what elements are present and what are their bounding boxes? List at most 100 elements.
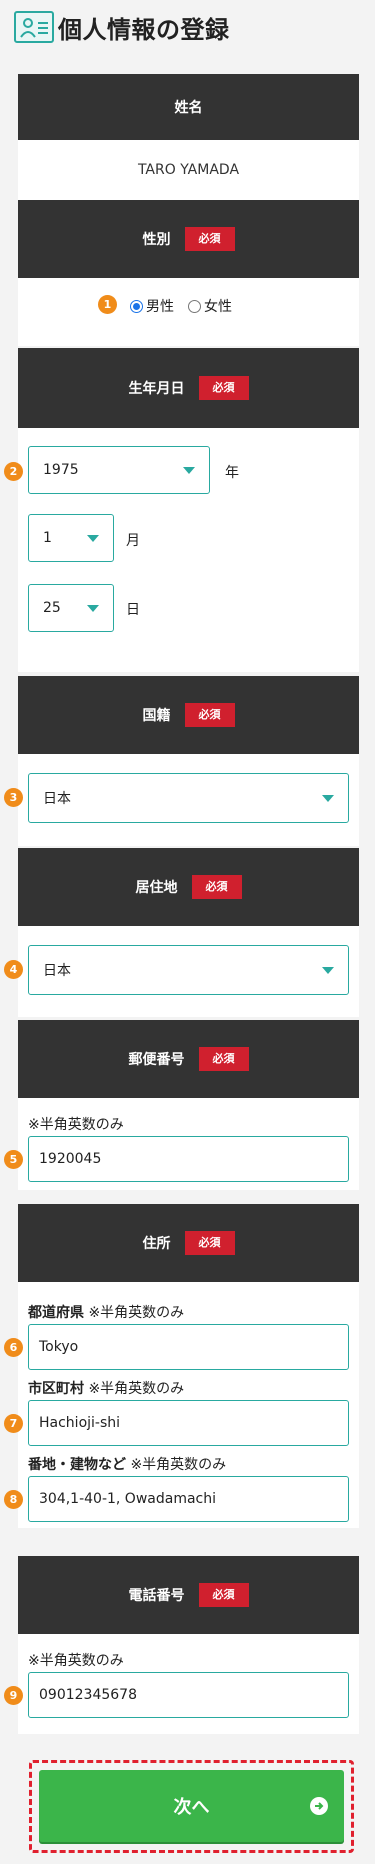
phone-section: 電話番号 必須 ※半角英数のみ 9 09012345678 — [4, 1556, 359, 1734]
gender-radio-male[interactable]: 男性 — [130, 296, 174, 316]
prefecture-input[interactable]: Tokyo — [28, 1324, 349, 1370]
nationality-value: 日本 — [43, 791, 71, 807]
user-card-icon — [14, 11, 54, 43]
birthdate-section-title: 生年月日 — [128, 381, 185, 397]
phone-value: 09012345678 — [39, 1687, 137, 1703]
gender-option-label: 女性 — [204, 299, 232, 315]
next-button-label: 次へ — [173, 1797, 210, 1818]
city-label: 市区町村 ※半角英数のみ — [28, 1378, 184, 1398]
next-button[interactable]: 次へ — [39, 1770, 344, 1842]
prefecture-label-text: 都道府県 — [28, 1305, 84, 1321]
page-title: 個人情報の登録 — [58, 15, 230, 44]
address-section: 住所 必須 都道府県 ※半角英数のみ 6 Tokyo 市区町村 ※半角英数のみ … — [4, 1204, 359, 1528]
birth-day-value: 25 — [43, 600, 61, 616]
gender-section: 性別 必須 1 男性 女性 — [18, 200, 359, 346]
street-note: ※半角英数のみ — [130, 1457, 227, 1473]
arrow-right-circle-icon — [310, 1797, 328, 1815]
residence-section-body: 4 日本 — [4, 926, 359, 1017]
gender-section-header: 性別 必須 — [18, 200, 359, 278]
chevron-down-icon — [322, 795, 334, 802]
required-badge: 必須 — [198, 1046, 249, 1072]
step-number-badge: 9 — [4, 1686, 23, 1705]
required-badge: 必須 — [198, 375, 249, 401]
postal-code-note: ※半角英数のみ — [28, 1117, 124, 1133]
step-number-badge: 7 — [4, 1414, 23, 1433]
nationality-section: 国籍 必須 3 日本 — [4, 676, 359, 846]
step-number-badge: 5 — [4, 1150, 23, 1169]
radio-unchecked-icon[interactable] — [188, 299, 201, 313]
residence-select[interactable]: 日本 — [28, 945, 349, 995]
chevron-down-icon — [183, 467, 195, 474]
birthdate-section: 生年月日 必須 2 1975 年 1 月 25 日 — [4, 348, 359, 672]
city-input[interactable]: Hachioji-shi — [28, 1400, 349, 1446]
step-number-badge: 6 — [4, 1338, 23, 1357]
prefecture-label: 都道府県 ※半角英数のみ — [28, 1302, 184, 1322]
street-label-text: 番地・建物など — [28, 1457, 126, 1473]
chevron-down-icon — [322, 967, 334, 974]
postal-code-section-header: 郵便番号 必須 — [18, 1020, 359, 1098]
residence-value: 日本 — [43, 963, 71, 979]
postal-code-section: 郵便番号 必須 ※半角英数のみ 5 1920045 — [4, 1020, 359, 1190]
nationality-section-body: 3 日本 — [4, 754, 359, 846]
nationality-section-title: 国籍 — [142, 708, 171, 724]
birth-year-select[interactable]: 1975 — [28, 446, 210, 494]
prefecture-note: ※半角英数のみ — [88, 1305, 185, 1321]
birth-month-value: 1 — [43, 530, 52, 546]
city-value: Hachioji-shi — [39, 1415, 121, 1431]
day-unit-label: 日 — [126, 602, 140, 618]
step-number-badge: 3 — [4, 788, 23, 807]
postal-code-value: 1920045 — [39, 1151, 102, 1167]
name-section: 姓名 TARO YAMADA — [18, 74, 359, 200]
address-section-title: 住所 — [142, 1236, 171, 1252]
prefecture-value: Tokyo — [39, 1339, 79, 1355]
gender-section-body: 1 男性 女性 — [18, 278, 359, 346]
phone-section-body: ※半角英数のみ 9 09012345678 — [4, 1634, 359, 1734]
radio-checked-icon[interactable] — [130, 299, 143, 313]
name-section-title: 姓名 — [174, 100, 203, 116]
birthdate-section-header: 生年月日 必須 — [18, 348, 359, 428]
gender-option-label: 男性 — [146, 299, 174, 315]
residence-section-header: 居住地 必須 — [18, 848, 359, 926]
name-section-body: TARO YAMADA — [18, 140, 359, 200]
postal-code-input[interactable]: 1920045 — [28, 1136, 349, 1182]
nationality-select[interactable]: 日本 — [28, 773, 349, 823]
nationality-section-header: 国籍 必須 — [18, 676, 359, 754]
city-label-text: 市区町村 — [28, 1381, 84, 1397]
step-number-badge: 4 — [4, 960, 23, 979]
full-name-value: TARO YAMADA — [137, 162, 240, 178]
required-badge: 必須 — [198, 1582, 249, 1608]
year-unit-label: 年 — [225, 465, 239, 481]
residence-section: 居住地 必須 4 日本 — [4, 848, 359, 1017]
step-number-badge: 8 — [4, 1490, 23, 1509]
required-badge: 必須 — [184, 702, 235, 728]
street-value: 304,1-40-1, Owadamachi — [39, 1491, 216, 1507]
postal-code-section-title: 郵便番号 — [128, 1052, 185, 1068]
required-badge: 必須 — [184, 226, 235, 252]
birth-day-select[interactable]: 25 — [28, 584, 114, 632]
address-section-body: 都道府県 ※半角英数のみ 6 Tokyo 市区町村 ※半角英数のみ 7 Hach… — [4, 1282, 359, 1528]
name-section-header: 姓名 — [18, 74, 359, 140]
page-header: 個人情報の登録 — [0, 0, 375, 62]
street-input[interactable]: 304,1-40-1, Owadamachi — [28, 1476, 349, 1522]
phone-section-header: 電話番号 必須 — [18, 1556, 359, 1634]
month-unit-label: 月 — [126, 533, 140, 549]
street-label: 番地・建物など ※半角英数のみ — [28, 1454, 226, 1474]
birth-year-value: 1975 — [43, 462, 79, 478]
phone-section-title: 電話番号 — [128, 1588, 185, 1604]
birthdate-section-body: 2 1975 年 1 月 25 日 — [4, 428, 359, 672]
phone-input[interactable]: 09012345678 — [28, 1672, 349, 1718]
postal-code-section-body: ※半角英数のみ 5 1920045 — [4, 1098, 359, 1190]
gender-radio-female[interactable]: 女性 — [188, 296, 232, 316]
chevron-down-icon — [87, 535, 99, 542]
step-number-badge: 2 — [4, 462, 23, 481]
chevron-down-icon — [87, 605, 99, 612]
address-section-header: 住所 必須 — [18, 1204, 359, 1282]
residence-section-title: 居住地 — [135, 880, 178, 896]
step-number-badge: 1 — [98, 295, 117, 314]
phone-note: ※半角英数のみ — [28, 1653, 124, 1669]
next-button-highlight: 次へ — [29, 1760, 354, 1853]
gender-section-title: 性別 — [142, 232, 171, 248]
city-note: ※半角英数のみ — [88, 1381, 185, 1397]
required-badge: 必須 — [191, 874, 242, 900]
birth-month-select[interactable]: 1 — [28, 514, 114, 562]
